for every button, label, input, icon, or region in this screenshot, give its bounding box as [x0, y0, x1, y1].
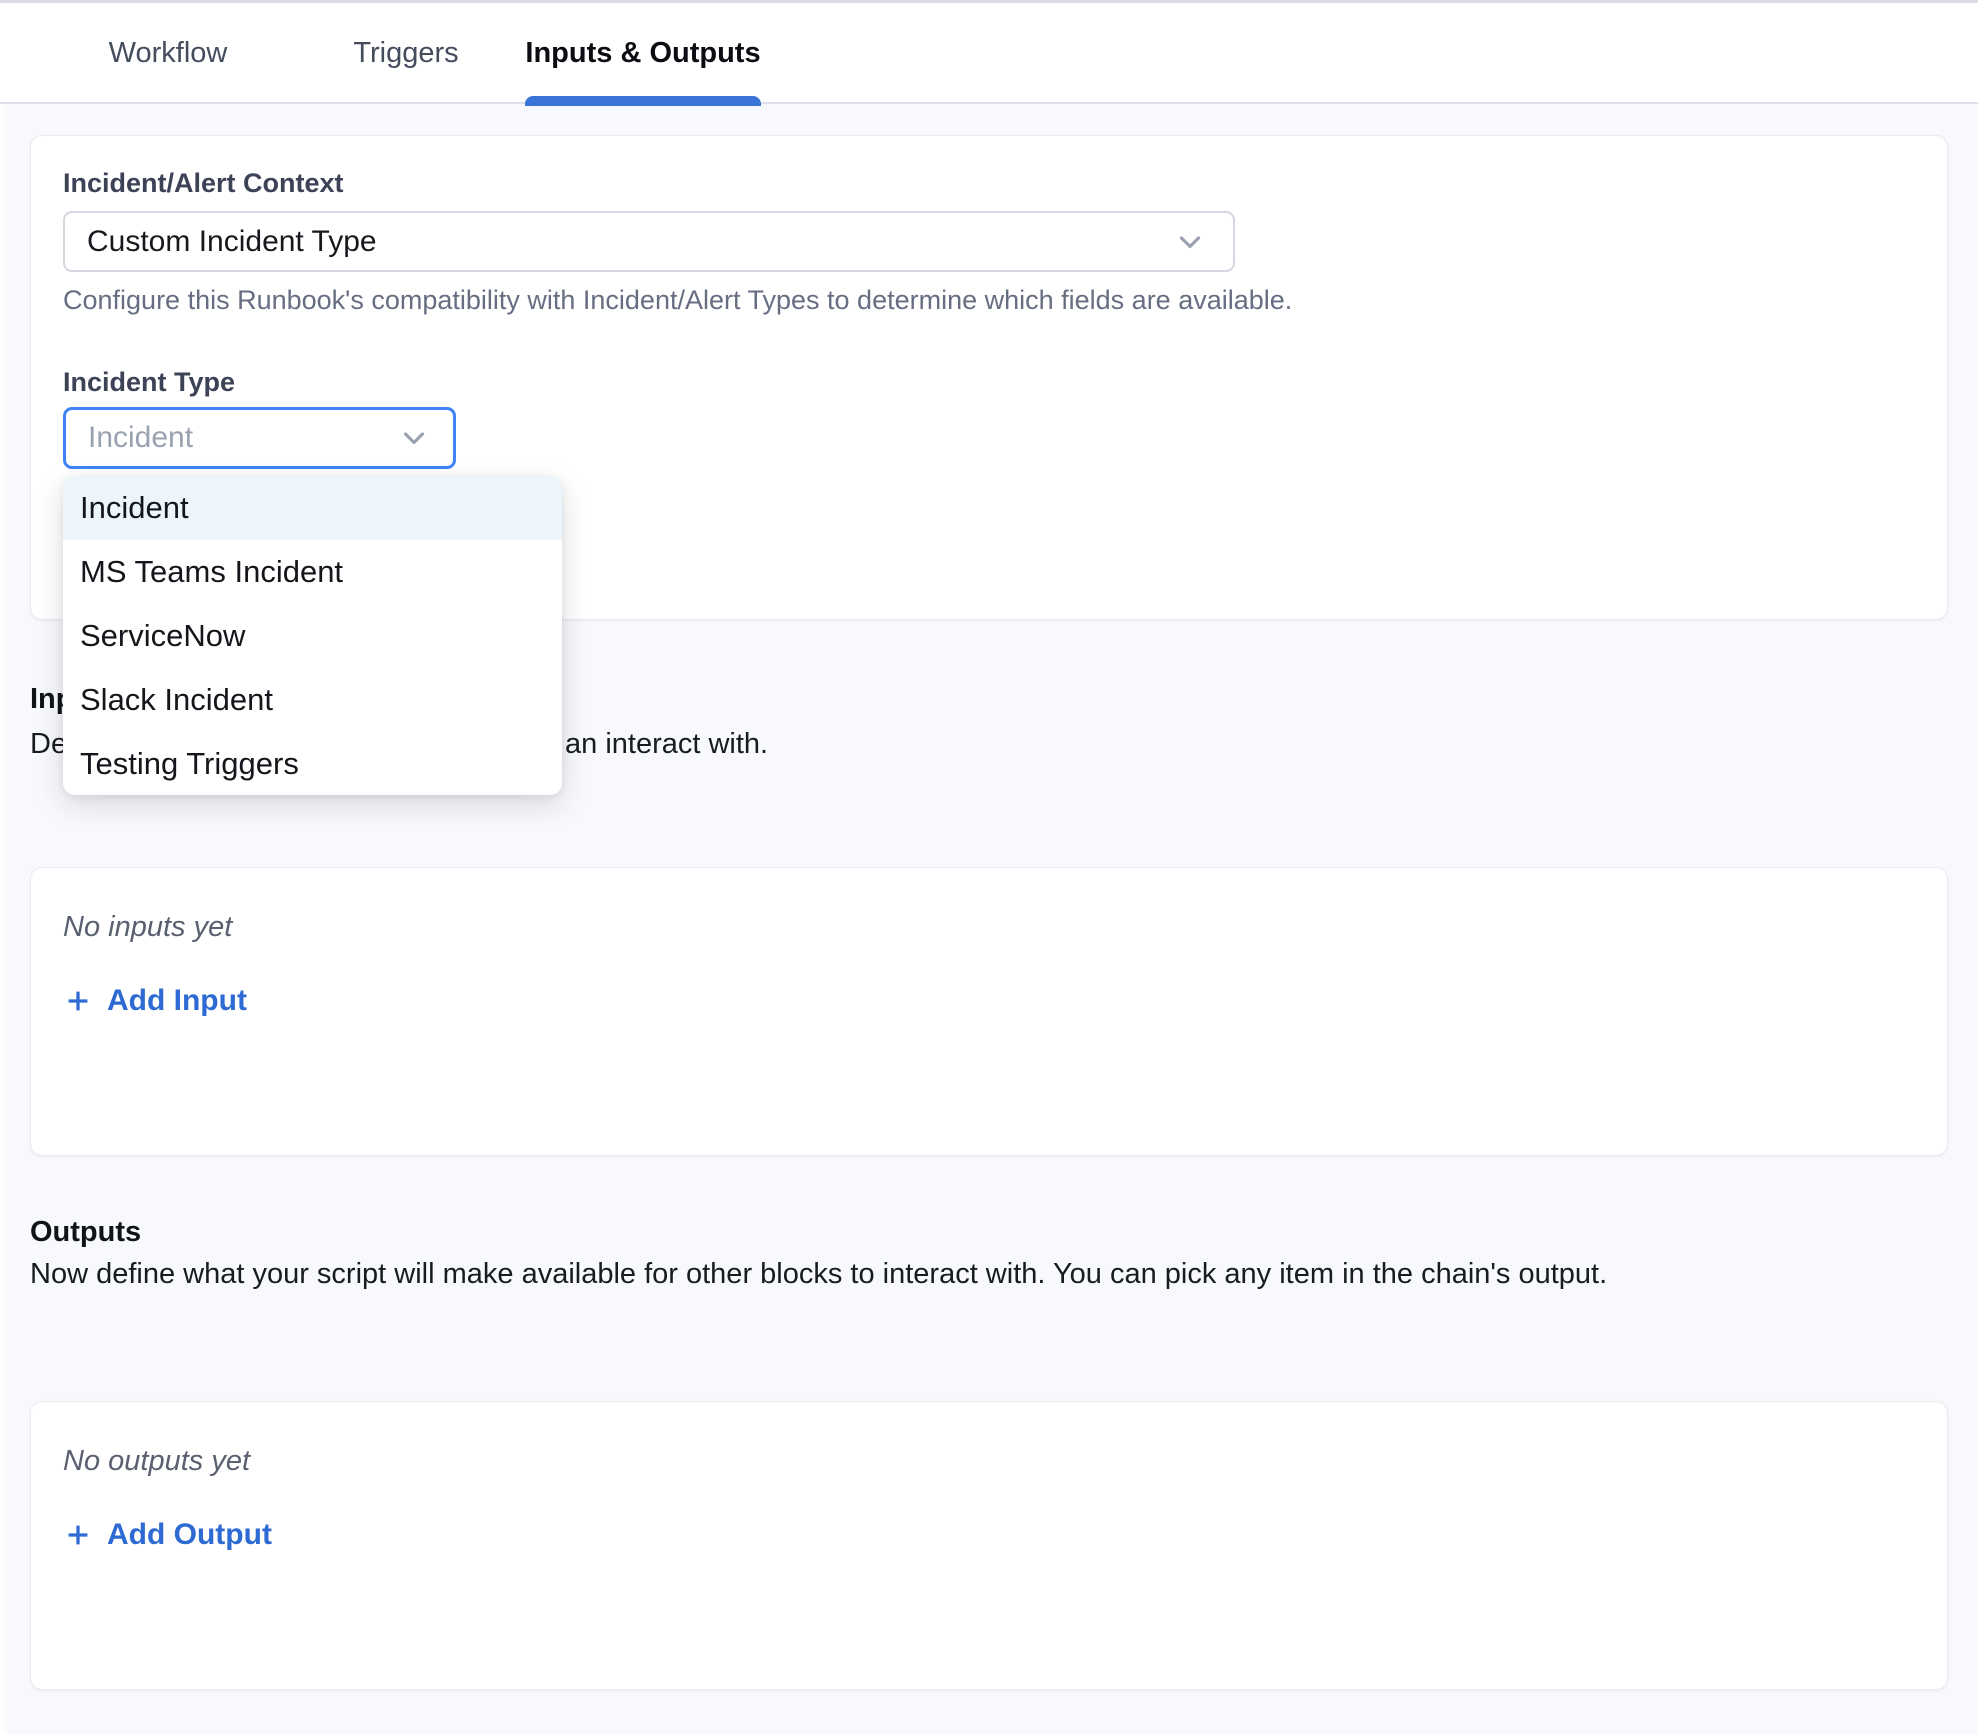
dropdown-option-servicenow[interactable]: ServiceNow — [63, 604, 562, 668]
incident-alert-context-select[interactable]: Custom Incident Type — [63, 211, 1235, 272]
inputs-section-description-fragment-right: an interact with. — [565, 728, 768, 761]
incident-type-label: Incident Type — [63, 367, 235, 398]
no-outputs-text: No outputs yet — [63, 1445, 250, 1478]
dropdown-option-slack-incident[interactable]: Slack Incident — [63, 668, 562, 732]
tab-inputs-outputs[interactable]: Inputs & Outputs — [520, 3, 766, 104]
tab-bar: Workflow Triggers Inputs & Outputs — [0, 3, 1978, 104]
add-input-label: Add Input — [107, 984, 247, 1018]
inputs-section-description-fragment-left: De — [30, 728, 67, 761]
outputs-section-heading: Outputs — [30, 1216, 141, 1249]
inputs-card — [30, 867, 1948, 1156]
add-input-button[interactable]: Add Input — [63, 984, 247, 1018]
outputs-section-description: Now define what your script will make av… — [30, 1258, 1607, 1291]
tab-triggers[interactable]: Triggers — [336, 3, 476, 104]
tab-inputs-outputs-label: Inputs & Outputs — [525, 37, 760, 70]
chevron-down-icon — [397, 421, 431, 455]
incident-alert-context-label: Incident/Alert Context — [63, 168, 344, 199]
no-inputs-text: No inputs yet — [63, 911, 232, 944]
incident-context-help-text: Configure this Runbook's compatibility w… — [63, 285, 1292, 316]
dropdown-option-incident[interactable]: Incident — [63, 476, 562, 540]
tab-workflow-label: Workflow — [109, 37, 228, 70]
left-edge-gradient — [0, 104, 10, 1734]
chevron-down-icon — [1173, 225, 1207, 259]
incident-alert-context-value: Custom Incident Type — [65, 225, 377, 259]
tab-workflow[interactable]: Workflow — [88, 3, 248, 104]
add-output-label: Add Output — [107, 1518, 272, 1552]
plus-icon — [63, 1520, 93, 1550]
dropdown-option-ms-teams-incident[interactable]: MS Teams Incident — [63, 540, 562, 604]
tab-triggers-label: Triggers — [353, 37, 458, 70]
active-tab-indicator — [525, 96, 761, 106]
incident-type-select[interactable]: Incident — [63, 407, 456, 469]
incident-type-dropdown-menu: Incident MS Teams Incident ServiceNow Sl… — [63, 476, 562, 795]
dropdown-option-testing-triggers[interactable]: Testing Triggers — [63, 732, 562, 795]
plus-icon — [63, 986, 93, 1016]
incident-type-placeholder: Incident — [66, 421, 193, 455]
outputs-card — [30, 1401, 1948, 1690]
add-output-button[interactable]: Add Output — [63, 1518, 272, 1552]
